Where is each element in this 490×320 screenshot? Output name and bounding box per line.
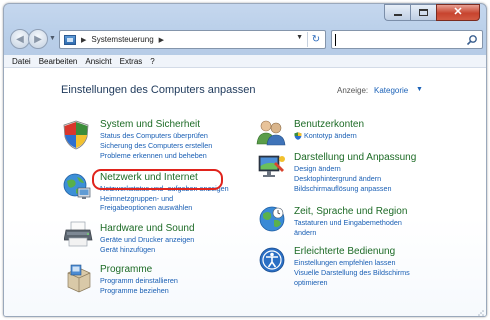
close-button[interactable]: ✕ — [436, 4, 480, 21]
view-by-dropdown-arrow-icon[interactable]: ▼ — [416, 86, 423, 93]
category-time-language-region[interactable]: Zeit, Sprache und Region — [294, 206, 407, 217]
link-change-account-type[interactable]: Kontotyp ändern — [304, 131, 357, 141]
link-change-theme[interactable]: Design ändern — [294, 164, 341, 174]
link-devices-printers[interactable]: Geräte und Drucker anzeigen — [100, 235, 194, 245]
link-optimize-display[interactable]: Visuelle Darstellung des Bildschirms — [294, 268, 410, 278]
back-arrow-icon: ◀ — [16, 33, 24, 45]
close-icon: ✕ — [453, 6, 463, 18]
programs-box-icon[interactable] — [64, 264, 94, 294]
shield-icon[interactable] — [62, 120, 90, 150]
menu-ansicht[interactable]: Ansicht — [81, 57, 115, 66]
link-backup-computer[interactable]: Sicherung des Computers erstellen — [100, 141, 212, 151]
link-desktop-background[interactable]: Desktophintergrund ändern — [294, 174, 381, 184]
category-ease-of-access[interactable]: Erleichterte Bedienung — [294, 246, 395, 257]
link-troubleshoot[interactable]: Probleme erkennen und beheben — [100, 151, 207, 161]
view-by-label: Anzeige: — [337, 86, 369, 95]
category-system-security[interactable]: System und Sicherheit — [100, 119, 200, 130]
accessibility-icon[interactable] — [258, 246, 286, 274]
link-keyboards-input-change[interactable]: ändern — [294, 228, 316, 238]
globe-clock-icon[interactable] — [258, 205, 286, 233]
page-title: Einstellungen des Computers anpassen — [61, 84, 256, 96]
refresh-icon: ↻ — [311, 34, 321, 45]
category-appearance[interactable]: Darstellung und Anpassung — [294, 152, 416, 163]
text-caret — [335, 34, 336, 46]
link-check-computer-status[interactable]: Status des Computers überprüfen — [100, 131, 208, 141]
breadcrumb-arrow-icon[interactable]: ▶ — [81, 36, 86, 44]
network-globe-icon[interactable] — [62, 171, 92, 201]
category-user-accounts[interactable]: Benutzerkonten — [294, 119, 364, 130]
search-input[interactable] — [331, 30, 483, 49]
address-bar[interactable]: ▶ Systemsteuerung ▶ ▼ ↻ — [59, 30, 326, 49]
printer-icon[interactable] — [64, 220, 94, 248]
link-recommend-settings[interactable]: Einstellungen empfehlen lassen — [294, 258, 396, 268]
back-button[interactable]: ◀ — [10, 29, 30, 49]
link-keyboards-input[interactable]: Tastaturen und Eingabemethoden — [294, 218, 402, 228]
address-dropdown-icon[interactable]: ▼ — [296, 34, 303, 41]
breadcrumb-systemsteuerung[interactable]: Systemsteuerung — [91, 35, 153, 44]
minimize-icon — [393, 14, 402, 16]
control-panel-icon — [64, 34, 76, 45]
forward-button[interactable]: ▶ — [28, 29, 48, 49]
menu-help[interactable]: ? — [146, 57, 158, 66]
category-programs[interactable]: Programme — [100, 264, 152, 275]
refresh-button[interactable]: ↻ — [307, 32, 324, 47]
recent-pages-dropdown-icon[interactable]: ▼ — [49, 35, 56, 42]
link-optimize-display-cont[interactable]: optimieren — [294, 278, 328, 288]
menu-bearbeiten[interactable]: Bearbeiten — [35, 57, 82, 66]
menu-bar: Datei Bearbeiten Ansicht Extras ? — [4, 55, 486, 68]
link-sharing-options[interactable]: Freigabeoptionen auswählen — [100, 203, 192, 213]
view-by-dropdown[interactable]: Kategorie — [374, 86, 408, 95]
maximize-icon — [419, 9, 428, 16]
link-get-programs[interactable]: Programme beziehen — [100, 286, 169, 296]
caption-buttons: ✕ — [384, 4, 480, 22]
link-screen-resolution[interactable]: Bildschirmauflösung anpassen — [294, 184, 392, 194]
link-add-device[interactable]: Gerät hinzufügen — [100, 245, 155, 255]
highlight-annotation — [92, 169, 223, 190]
breadcrumb-arrow-icon[interactable]: ▶ — [159, 36, 164, 44]
menu-datei[interactable]: Datei — [8, 57, 35, 66]
minimize-button[interactable] — [384, 4, 410, 21]
uac-shield-icon — [294, 132, 302, 140]
forward-arrow-icon: ▶ — [34, 33, 42, 45]
link-uninstall-program[interactable]: Programm deinstallieren — [100, 276, 178, 286]
category-hardware-sound[interactable]: Hardware und Sound — [100, 223, 195, 234]
control-panel-window: ✕ ◀ ▶ ▼ ▶ Systemsteuerung ▶ ▼ ↻ Datei Be… — [3, 3, 487, 317]
resize-grip-icon[interactable] — [476, 308, 484, 316]
menu-extras[interactable]: Extras — [116, 57, 147, 66]
content-area: Einstellungen des Computers anpassen Anz… — [4, 68, 486, 316]
maximize-button[interactable] — [410, 4, 436, 21]
users-icon[interactable] — [256, 118, 286, 146]
display-icon[interactable] — [256, 152, 286, 180]
navigation-bar: ◀ ▶ ▼ ▶ Systemsteuerung ▶ ▼ ↻ — [4, 26, 486, 52]
search-icon[interactable] — [466, 34, 478, 46]
